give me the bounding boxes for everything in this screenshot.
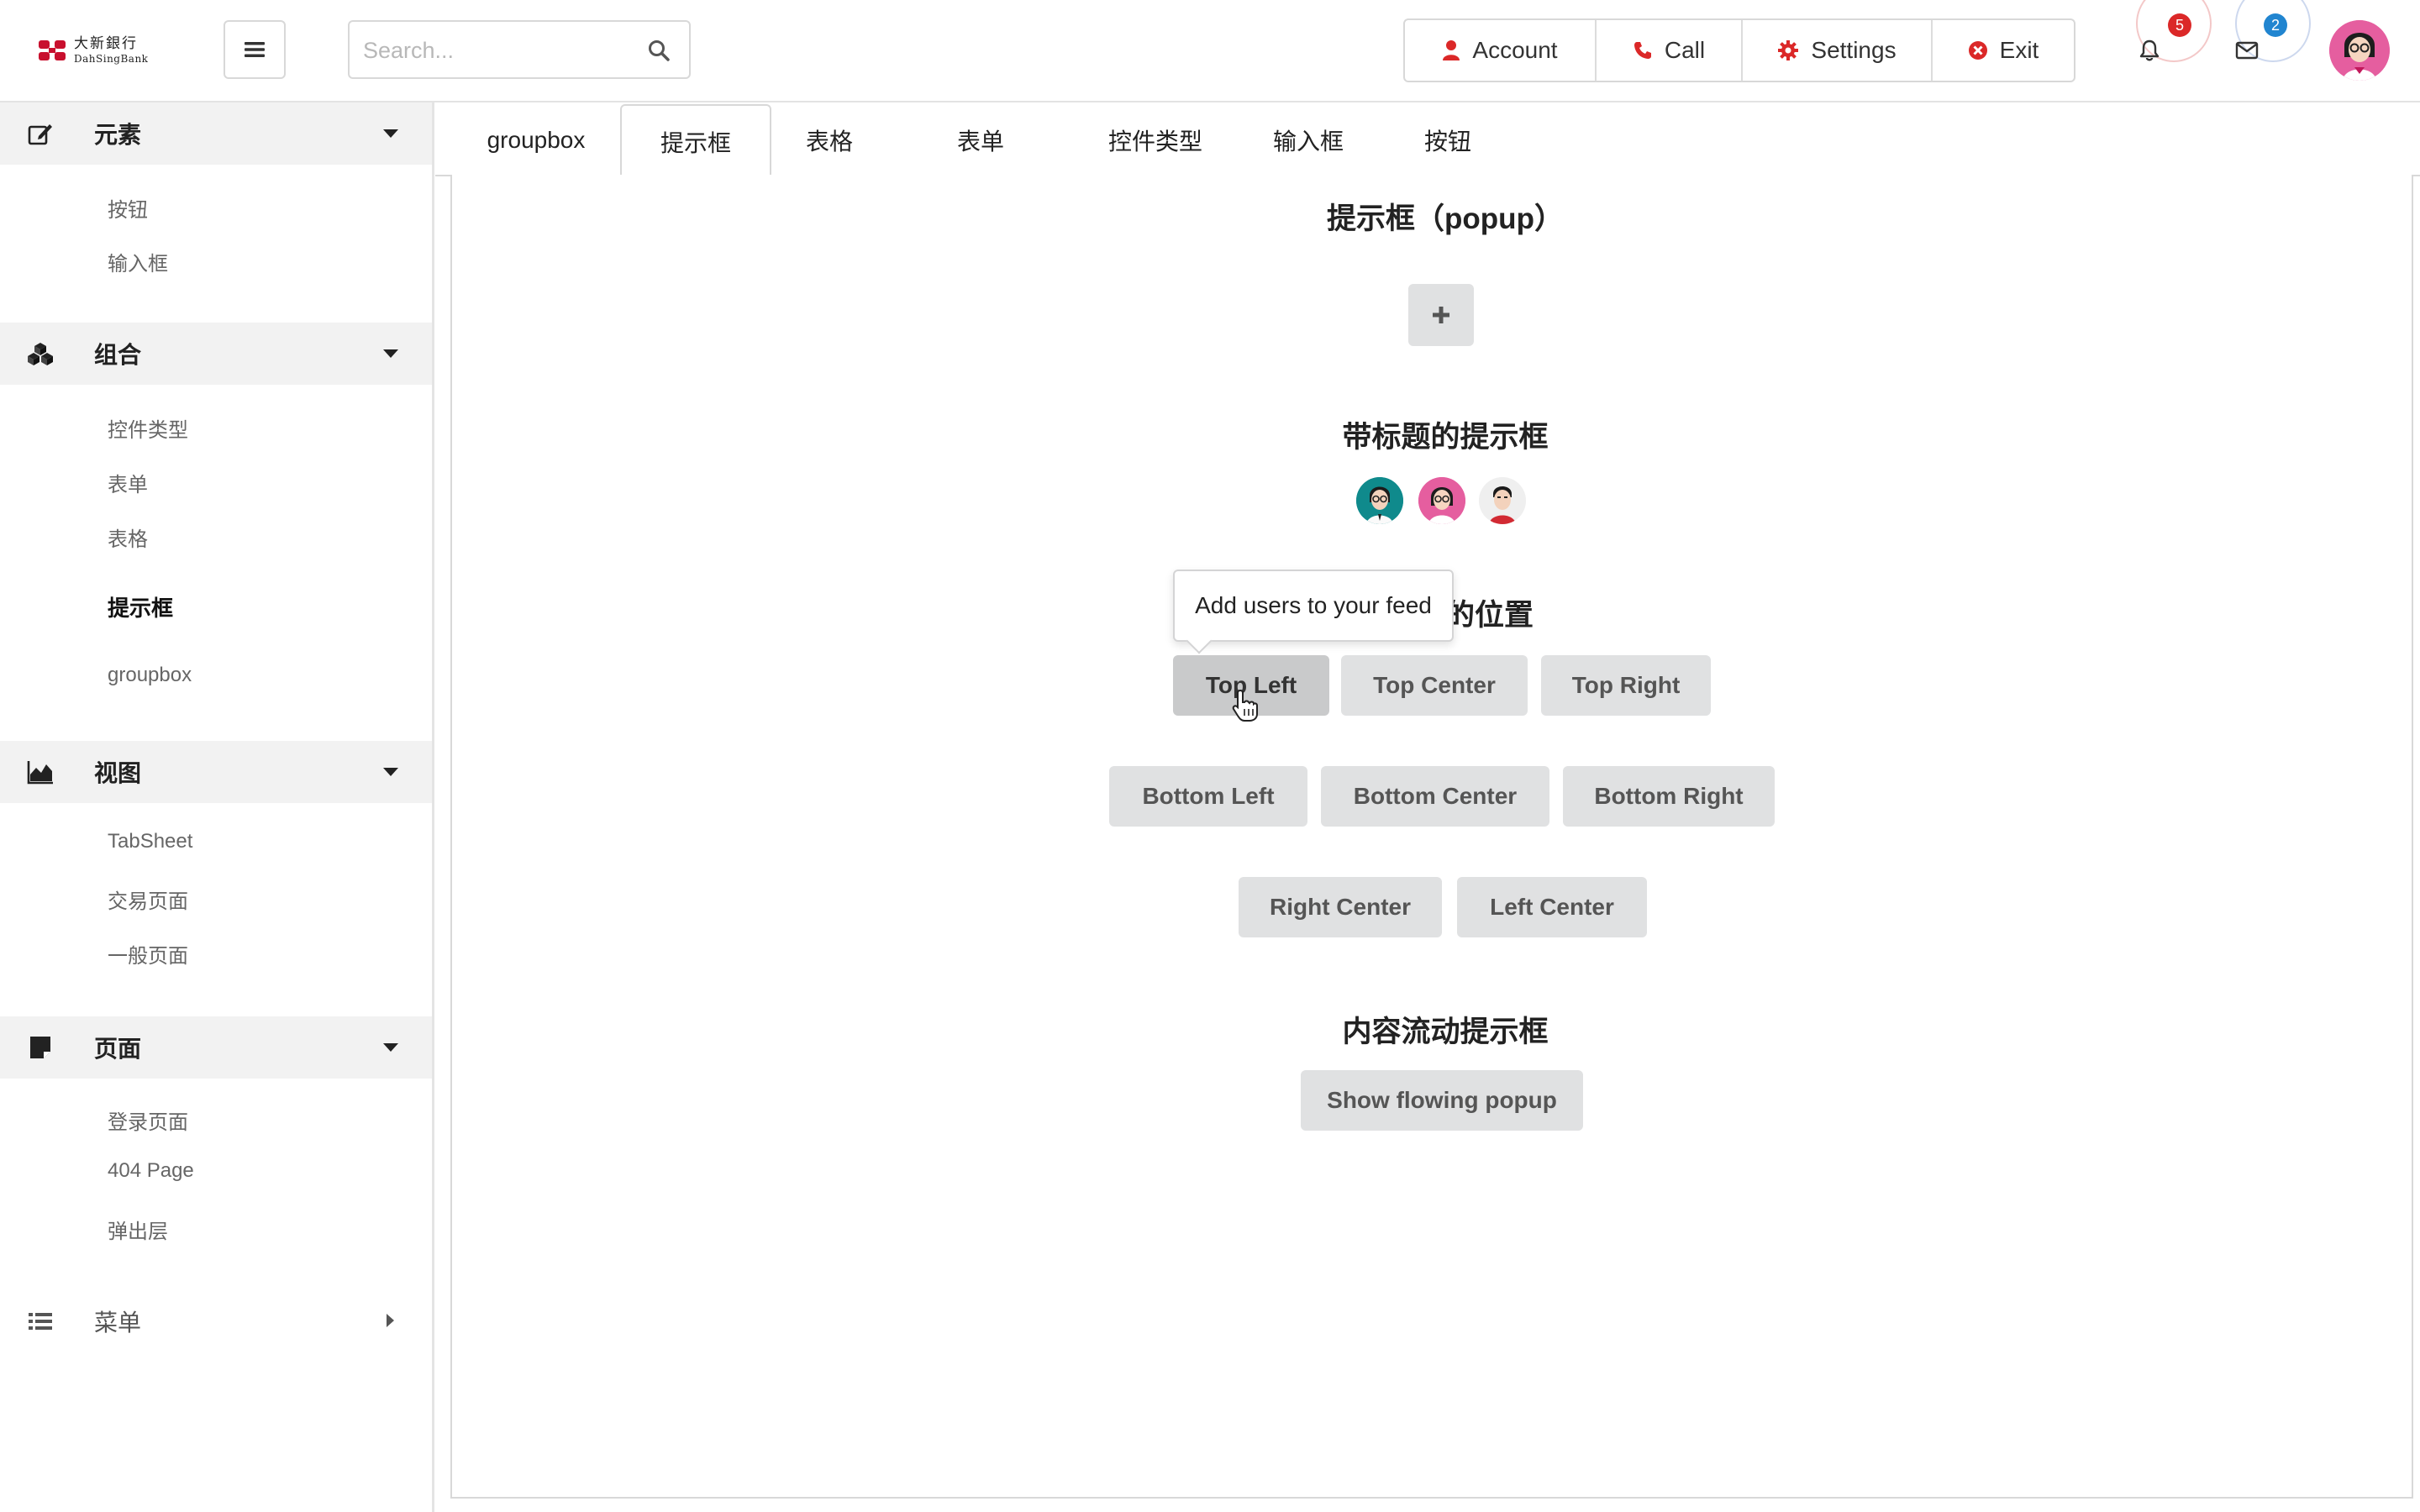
sidebar-section-label: 组合 [94, 342, 142, 368]
sidebar-item-login-page[interactable]: 登录页面 [108, 1105, 188, 1135]
top-header: 大新銀行 DahSingBank Account [0, 0, 2420, 102]
list-icon [29, 1313, 52, 1330]
logo-english-text: DahSingBank [74, 53, 149, 65]
search-icon[interactable] [647, 39, 671, 66]
tab-form[interactable]: 表单 [924, 104, 1037, 176]
envelope-icon[interactable] [2235, 40, 2259, 65]
search-input[interactable] [361, 30, 634, 71]
sidebar-section-label: 元素 [94, 122, 142, 148]
phone-icon [1634, 42, 1651, 59]
sidebar-item-tabsheet[interactable]: TabSheet [108, 830, 192, 853]
add-button[interactable] [1408, 284, 1474, 346]
call-label: Call [1664, 37, 1706, 63]
sidebar-item-404-page[interactable]: 404 Page [108, 1159, 194, 1183]
sticky-note-icon [30, 1037, 50, 1058]
avatar[interactable] [1418, 477, 1465, 524]
exit-label: Exit [1999, 37, 2039, 63]
sidebar-item-general-page[interactable]: 一般页面 [108, 939, 188, 969]
search-box [348, 20, 691, 79]
bottom-center-button[interactable]: Bottom Center [1321, 766, 1549, 827]
sidebar-item-table[interactable]: 表格 [108, 522, 148, 552]
user-icon [1443, 40, 1460, 60]
account-label: Account [1472, 37, 1558, 63]
hamburger-icon [245, 42, 265, 57]
chevron-right-icon [387, 1314, 394, 1327]
sidebar-section-pages[interactable]: 页面 [0, 1016, 432, 1079]
close-circle-icon [1968, 41, 1987, 60]
chevron-down-icon [383, 1043, 398, 1052]
top-right-button[interactable]: Top Right [1541, 655, 1711, 716]
cubes-icon [28, 343, 53, 365]
messages-count-badge: 2 [2264, 13, 2287, 37]
edit-icon [28, 124, 52, 145]
sidebar-section-elements[interactable]: 元素 [0, 102, 432, 165]
sidebar-section-label: 页面 [94, 1036, 142, 1062]
show-flowing-popup-button[interactable]: Show flowing popup [1301, 1070, 1583, 1131]
position-title-visible-text: 的位置 [1445, 599, 1534, 632]
tab-button[interactable]: 按钮 [1392, 104, 1504, 176]
top-center-button[interactable]: Top Center [1341, 655, 1528, 716]
notification-count-badge: 5 [2168, 13, 2191, 37]
avatar[interactable] [1356, 477, 1403, 524]
sidebar-item-trade-page[interactable]: 交易页面 [108, 885, 188, 914]
sidebar-section-label: 菜单 [94, 1310, 142, 1336]
sidebar-section-label: 视图 [94, 760, 142, 786]
sidebar-item-button[interactable]: 按钮 [108, 193, 148, 223]
logo-chinese-text: 大新銀行 [74, 35, 138, 52]
settings-label: Settings [1811, 37, 1897, 63]
right-center-button[interactable]: Right Center [1239, 877, 1442, 937]
chevron-down-icon [383, 768, 398, 776]
user-avatar[interactable] [2329, 20, 2390, 81]
sidebar-toggle-button[interactable] [224, 20, 286, 79]
plus-icon [1433, 307, 1449, 323]
tab-groupbox[interactable]: groupbox [454, 104, 618, 176]
tab-popup[interactable]: 提示框 [620, 104, 771, 178]
chevron-down-icon [383, 129, 398, 138]
popup-section-title: 提示框（popup） [1327, 202, 1564, 235]
tab-control-types[interactable]: 控件类型 [1084, 104, 1227, 176]
gear-icon [1778, 40, 1799, 60]
call-menu-item[interactable]: Call [1597, 20, 1743, 81]
sidebar-item-form[interactable]: 表单 [108, 468, 148, 497]
tab-content-panel [450, 175, 2413, 1499]
sidebar-item-groupbox[interactable]: groupbox [108, 664, 192, 687]
sidebar-section-views[interactable]: 视图 [0, 741, 432, 803]
sidebar-item-control-types[interactable]: 控件类型 [108, 413, 188, 443]
bottom-left-button[interactable]: Bottom Left [1109, 766, 1307, 827]
logo-mark-icon [37, 38, 67, 63]
header-menu: Account Call Settings Exit [1403, 18, 2075, 82]
bell-icon[interactable] [2138, 39, 2161, 66]
sidebar-item-popup[interactable]: 提示框 [108, 591, 173, 622]
sidebar-item-popup-layer[interactable]: 弹出层 [108, 1215, 168, 1244]
popup-tooltip: Add users to your feed [1173, 570, 1454, 654]
sidebar: 元素 按钮 输入框 组合 控件类型 表单 表格 提示框 groupbox 视图 … [0, 102, 434, 1512]
exit-menu-item[interactable]: Exit [1933, 20, 2074, 81]
settings-menu-item[interactable]: Settings [1743, 20, 1933, 81]
sidebar-section-menu[interactable]: 菜单 [0, 1290, 432, 1352]
titled-popup-section-title: 带标题的提示框 [1342, 421, 1549, 454]
left-center-button[interactable]: Left Center [1457, 877, 1647, 937]
account-menu-item[interactable]: Account [1405, 20, 1597, 81]
area-chart-icon [27, 761, 53, 785]
sidebar-section-combo[interactable]: 组合 [0, 323, 432, 385]
avatar[interactable] [1479, 477, 1526, 524]
chevron-down-icon [383, 349, 398, 358]
tooltip-text: Add users to your feed [1195, 592, 1432, 618]
tab-input[interactable]: 输入框 [1252, 104, 1365, 176]
hand-cursor-icon [1232, 689, 1259, 727]
bank-logo[interactable]: 大新銀行 DahSingBank [37, 35, 155, 66]
bottom-right-button[interactable]: Bottom Right [1563, 766, 1775, 827]
flowing-popup-section-title: 内容流动提示框 [1342, 1016, 1549, 1048]
sidebar-item-input[interactable]: 输入框 [108, 247, 168, 276]
tab-table[interactable]: 表格 [773, 104, 886, 176]
